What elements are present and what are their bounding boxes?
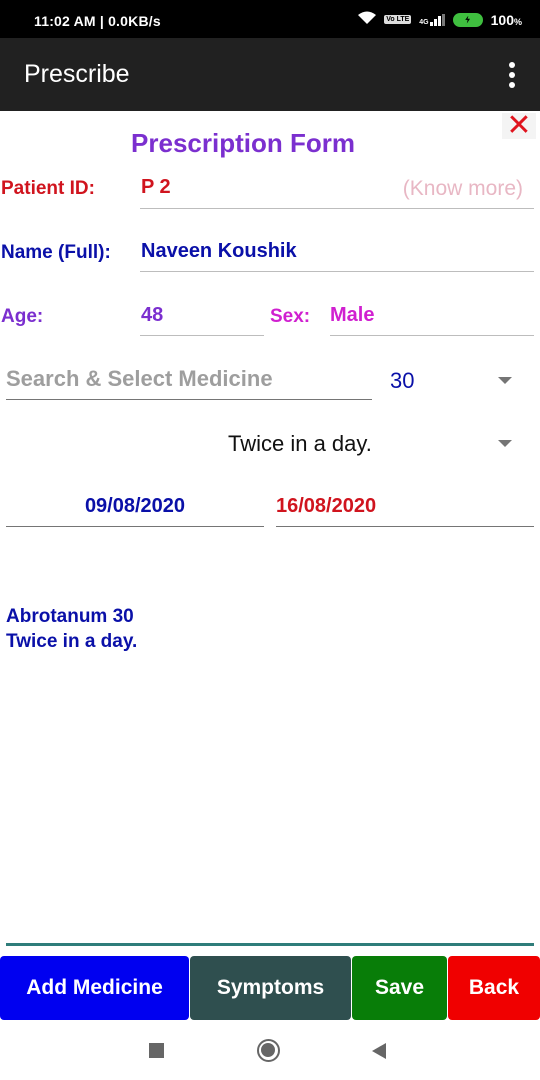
back-button[interactable]: Back — [448, 956, 540, 1020]
patient-id-underline — [140, 208, 534, 209]
symptoms-button[interactable]: Symptoms — [190, 956, 351, 1020]
sex-field[interactable]: Male — [330, 304, 374, 327]
divider — [6, 943, 534, 946]
back-nav-icon[interactable] — [372, 1043, 386, 1059]
more-vert-icon[interactable] — [504, 60, 520, 90]
medicine-frequency: Twice in a day. — [6, 631, 138, 652]
age-label: Age: — [1, 306, 44, 327]
save-button[interactable]: Save — [352, 956, 447, 1020]
add-medicine-button[interactable]: Add Medicine — [0, 956, 189, 1020]
status-time: 11:02 AM | 0.0KB/s — [34, 13, 161, 29]
potency-dropdown[interactable]: 30 — [390, 368, 414, 394]
wifi-icon — [358, 11, 377, 28]
sex-label: Sex: — [270, 306, 311, 327]
age-underline — [140, 335, 264, 336]
potency-chevron-down-icon[interactable] — [498, 377, 512, 384]
end-date-field[interactable]: 16/08/2020 — [276, 495, 376, 518]
medicine-name: Abrotanum 30 — [6, 606, 134, 627]
status-bar: 11:02 AM | 0.0KB/s Vo LTE 4G 100% — [0, 0, 540, 38]
medicine-search-underline — [6, 399, 372, 400]
medicine-list-item: Abrotanum 30 Twice in a day. — [6, 604, 137, 654]
frequency-dropdown[interactable]: Twice in a day. — [228, 431, 372, 457]
network-type: 4G — [419, 18, 429, 26]
medicine-search-input[interactable]: Search & Select Medicine — [6, 366, 273, 392]
status-icons: Vo LTE 4G 100% — [358, 11, 522, 28]
name-field[interactable]: Naveen Koushik — [141, 240, 297, 263]
app-title: Prescribe — [24, 60, 130, 88]
end-date-underline — [276, 526, 534, 527]
system-nav-bar — [0, 1022, 540, 1080]
volte-icon: Vo LTE — [384, 15, 412, 24]
name-underline — [140, 271, 534, 272]
sex-underline — [330, 335, 534, 336]
form-title: Prescription Form — [131, 128, 355, 158]
age-field[interactable]: 48 — [141, 304, 163, 327]
start-date-field[interactable]: 09/08/2020 — [6, 495, 264, 518]
frequency-chevron-down-icon[interactable] — [498, 440, 512, 447]
name-label: Name (Full): — [1, 242, 111, 263]
start-date-underline — [6, 526, 264, 527]
home-icon[interactable] — [257, 1039, 280, 1062]
know-more-link[interactable]: (Know more) — [403, 177, 523, 201]
close-icon[interactable]: ✕ — [502, 111, 536, 141]
battery-icon — [452, 12, 483, 27]
app-bar: Prescribe — [0, 38, 540, 111]
battery-level: 100% — [490, 11, 522, 28]
patient-id-field[interactable]: P 2 — [141, 176, 171, 199]
recents-icon[interactable] — [149, 1043, 164, 1058]
signal-icon — [429, 13, 445, 26]
patient-id-label: Patient ID: — [1, 178, 95, 199]
